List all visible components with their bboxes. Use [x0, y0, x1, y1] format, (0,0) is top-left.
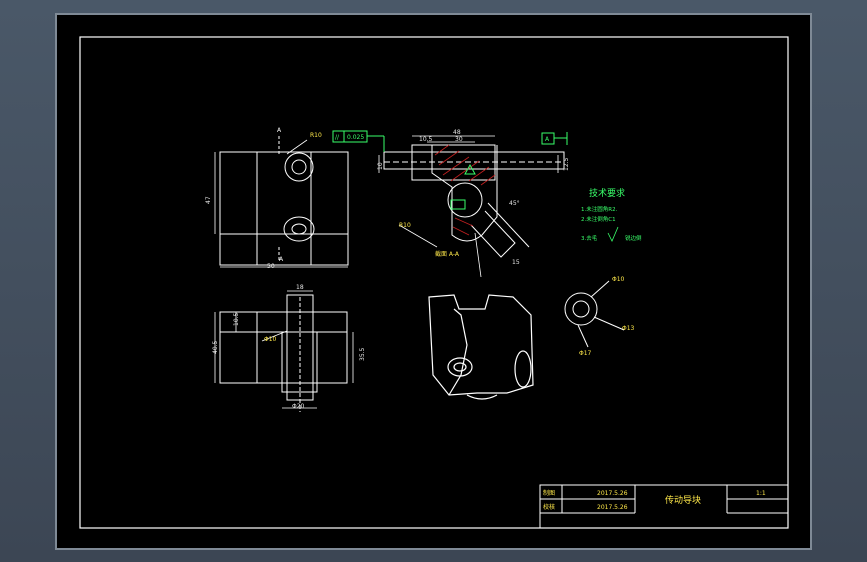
- datum-label: A: [545, 136, 550, 143]
- front-height-dim: 47: [205, 196, 212, 204]
- section-top-width: 48: [453, 129, 461, 136]
- label-drawn: 制图: [543, 489, 555, 497]
- front-width-dim: 50: [267, 263, 275, 270]
- section-view: [383, 144, 565, 258]
- tech-item-1: 1.未注圆角R2.: [581, 205, 618, 213]
- drawing-frame: [79, 36, 789, 529]
- cad-drawing: 50 47 R10 A A 48 30 10.5 10 12.5 45° R10…: [79, 36, 789, 529]
- view-a-top: A: [277, 127, 282, 134]
- title-block: [539, 484, 789, 529]
- section-right: 12.5: [563, 157, 570, 171]
- section-inner: 30: [455, 136, 463, 143]
- bottom-dims: [214, 290, 354, 409]
- bottom-left-dim: 10.5: [233, 312, 240, 326]
- cad-viewport[interactable]: 50 47 R10 A A 48 30 10.5 10 12.5 45° R10…: [55, 13, 812, 550]
- front-hole-label: R10: [310, 132, 322, 139]
- bottom-dia-dim: Φ20: [292, 403, 305, 410]
- section-arc: R10: [399, 222, 411, 229]
- front-view: [219, 136, 349, 266]
- roughness-symbol: [607, 226, 619, 242]
- tech-item-2: 2.未注倒角C1: [581, 215, 616, 223]
- date-checked: 2017.5.26: [597, 504, 628, 511]
- date-drawn: 2017.5.26: [597, 490, 628, 497]
- section-hatch: [434, 144, 496, 236]
- bottom-right-dim: 35.5: [359, 347, 366, 361]
- view-a-bottom: A: [279, 256, 284, 263]
- tolerance-symbol: //: [335, 134, 340, 141]
- isometric-view: [428, 294, 534, 400]
- tech-item-3-tail: 锐边倒: [625, 234, 642, 242]
- part-name: 传动导块: [665, 494, 701, 506]
- front-dims: [214, 139, 348, 268]
- tolerance-value: 0.025: [347, 134, 364, 141]
- section-left: 10.5: [419, 136, 433, 143]
- ring-label: Φ10: [612, 276, 625, 283]
- bottom-view: [219, 294, 348, 412]
- label-checked: 校核: [543, 503, 555, 511]
- section-label: 截面 A-A: [435, 250, 460, 258]
- section-bottom-right: 15: [512, 259, 520, 266]
- section-bottom: 10: [377, 162, 384, 170]
- ring-label-3: Φ17: [579, 350, 592, 357]
- tech-item-3: 3.去毛: [581, 234, 598, 242]
- bottom-height-dim: 40.5: [212, 340, 219, 354]
- bottom-label: Φ10: [264, 336, 277, 343]
- bottom-top-dim: 18: [296, 284, 304, 291]
- scale-value: 1:1: [756, 490, 766, 497]
- ring-view: [564, 280, 625, 348]
- section-angle: 45°: [509, 200, 520, 207]
- ring-label-2: Φ13: [622, 325, 635, 332]
- tech-heading: 技术要求: [589, 187, 625, 199]
